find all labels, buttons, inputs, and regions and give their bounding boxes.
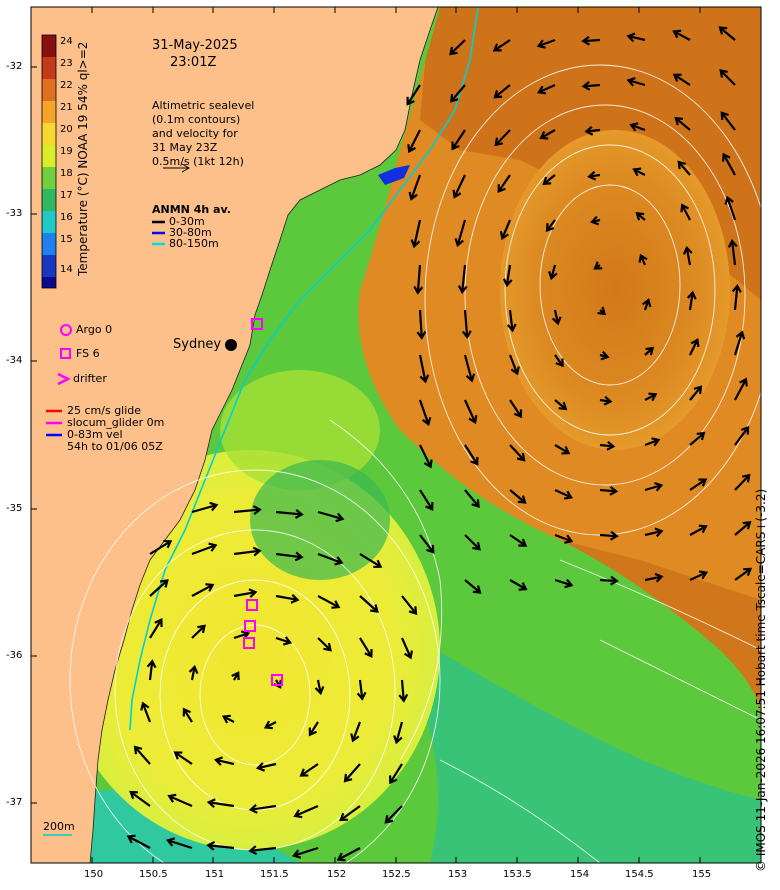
temperature-colorbar bbox=[41, 34, 57, 289]
x-tick-label: 150.5 bbox=[139, 869, 168, 880]
sydney-marker bbox=[225, 339, 237, 351]
altimetry-note-line: 31 May 23Z bbox=[152, 141, 218, 154]
credit-line: © IMOS 11-Jan-2026 16:07:51 Hobart time … bbox=[754, 488, 768, 872]
altimetry-note-line: (0.1m contours) bbox=[152, 113, 241, 126]
time-label: 23:01Z bbox=[170, 55, 217, 70]
colorbar-tick: 18 bbox=[60, 168, 73, 179]
sydney-label: Sydney bbox=[173, 337, 222, 352]
warm-eddy bbox=[500, 130, 730, 450]
x-tick-label: 151.5 bbox=[260, 869, 289, 880]
colorbar-label: Temperature (°C) NOAA 19 54% ql>=2 bbox=[76, 41, 90, 276]
colorbar-tick: 22 bbox=[60, 80, 73, 91]
y-tick-label: -32 bbox=[6, 61, 23, 72]
argo-label: Argo 0 bbox=[76, 323, 113, 336]
dark-green-patch bbox=[250, 460, 390, 580]
y-tick-label: -36 bbox=[6, 650, 23, 661]
y-tick-label: -37 bbox=[6, 797, 23, 808]
altimetry-note-line: Altimetric sealevel bbox=[152, 99, 255, 112]
x-tick-label: 150 bbox=[84, 869, 104, 880]
x-tick-label: 153 bbox=[448, 869, 468, 880]
colorbar-tick: 23 bbox=[60, 58, 73, 69]
colorbar-tick: 17 bbox=[60, 190, 73, 201]
drifter-label: drifter bbox=[73, 372, 107, 385]
isobath-scale-label: 200m bbox=[43, 820, 75, 833]
colorbar-tick: 20 bbox=[60, 124, 73, 135]
altimetry-note-line: 0.5m/s (1kt 12h) bbox=[152, 155, 244, 168]
x-tick-label: 155 bbox=[692, 869, 712, 880]
y-tick-label: -35 bbox=[6, 503, 23, 514]
colorbar-tick: 24 bbox=[60, 36, 73, 47]
date-label: 31-May-2025 bbox=[152, 38, 238, 53]
colorbar-tick: 16 bbox=[60, 212, 73, 223]
colorbar-tick: 19 bbox=[60, 146, 73, 157]
x-tick-label: 154 bbox=[570, 869, 590, 880]
anmn-item: 80-150m bbox=[169, 237, 219, 250]
y-tick-label: -33 bbox=[6, 208, 23, 219]
y-tick-label: -34 bbox=[6, 355, 23, 366]
fs-label: FS 6 bbox=[76, 347, 100, 360]
altimetry-note-line: and velocity for bbox=[152, 127, 238, 140]
x-tick-label: 153.5 bbox=[503, 869, 532, 880]
colorbar-tick: 15 bbox=[60, 234, 73, 245]
x-tick-label: 152.5 bbox=[382, 869, 411, 880]
glider-legend-line: 54h to 01/06 05Z bbox=[67, 440, 163, 453]
x-tick-label: 152 bbox=[327, 869, 347, 880]
x-tick-label: 154.5 bbox=[625, 869, 654, 880]
x-tick-label: 151 bbox=[205, 869, 225, 880]
colorbar-tick: 14 bbox=[60, 264, 73, 275]
colorbar-tick: 21 bbox=[60, 102, 73, 113]
